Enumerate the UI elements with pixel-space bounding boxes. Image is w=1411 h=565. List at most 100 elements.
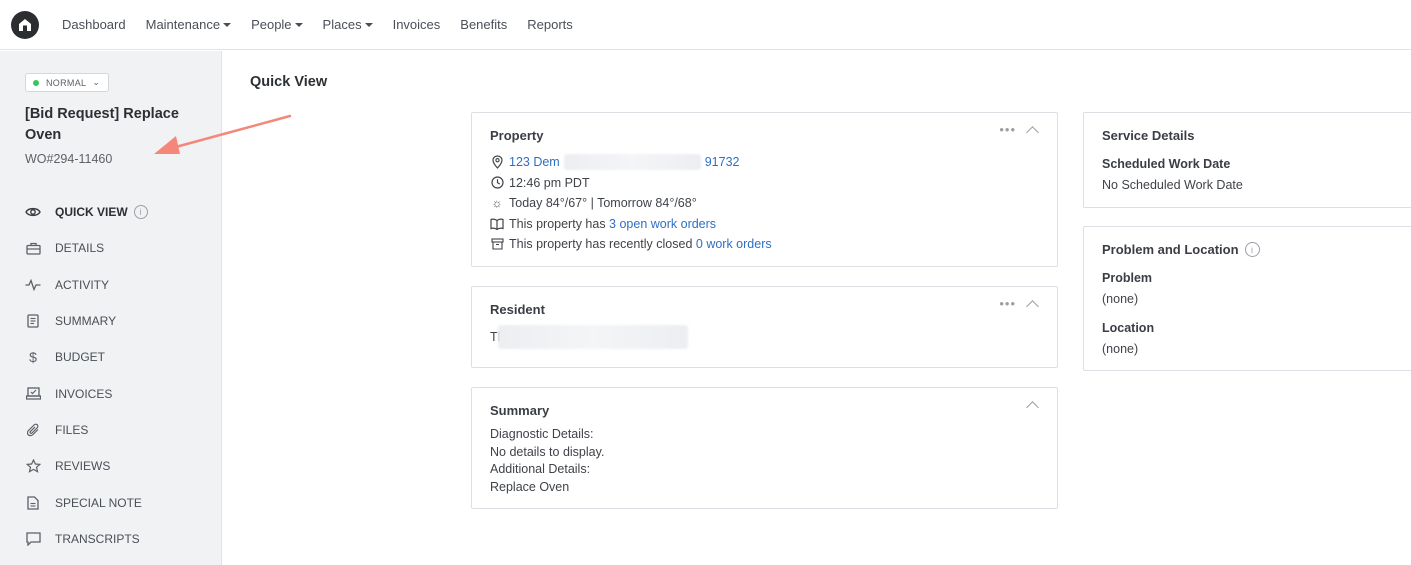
document-icon	[25, 313, 41, 329]
sidebar-item-files[interactable]: FILES	[0, 412, 222, 448]
archive-icon	[490, 238, 504, 250]
summary-line: No details to display.	[490, 444, 605, 459]
sidebar-item-transcripts[interactable]: TRANSCRIPTS	[0, 521, 222, 557]
map-pin-icon	[490, 155, 504, 170]
card-tools	[1026, 398, 1039, 414]
info-icon[interactable]: i	[1244, 242, 1260, 257]
sidebar-item-label: QUICK VIEW	[55, 205, 128, 220]
sidebar-item-label: INVOICES	[55, 386, 113, 401]
sidebar-item-reviews[interactable]: REVIEWS	[0, 448, 222, 484]
nav-label: Dashboard	[62, 17, 126, 32]
address-end: 91732	[704, 155, 740, 170]
more-options-icon[interactable]: •••	[999, 123, 1016, 136]
address-start: 123 Dem	[509, 155, 560, 170]
summary-line: Diagnostic Details:	[490, 427, 594, 441]
sidebar-item-label: FILES	[55, 422, 89, 437]
sidebar-item-activity[interactable]: ACTIVITY	[0, 267, 222, 303]
redacted-resident	[498, 325, 689, 349]
open-work-orders-link[interactable]: 3 open work orders	[609, 217, 716, 231]
redacted-address	[563, 154, 701, 171]
nav-label: Invoices	[392, 17, 441, 32]
more-options-icon[interactable]: •••	[999, 297, 1016, 310]
property-details: 123 Dem 91732 12:46 pm PDT ☼ Today 84°/6…	[490, 152, 772, 255]
clock-icon	[490, 176, 504, 189]
address-link[interactable]: 123 Dem 91732	[509, 154, 740, 171]
card-header: Problem and Location i	[1102, 242, 1260, 257]
annotation-arrow-icon	[154, 114, 292, 154]
nav-dashboard[interactable]: Dashboard	[62, 17, 126, 32]
sidebar-item-quick-view[interactable]: QUICK VIEW i	[0, 194, 222, 230]
local-time: 12:46 pm PDT	[509, 175, 590, 190]
closed-orders-prefix: This property has recently closed	[509, 237, 696, 252]
property-closed-orders: This property has recently closed 0 work…	[490, 234, 772, 255]
nav-people[interactable]: People	[251, 17, 303, 32]
sidebar-item-label: SPECIAL NOTE	[55, 495, 142, 510]
sidebar-item-details[interactable]: DETAILS	[0, 230, 222, 266]
home-logo-icon[interactable]	[11, 10, 39, 39]
problem-label: Problem	[1102, 271, 1153, 285]
sidebar-item-budget[interactable]: $ BUDGET	[0, 339, 222, 375]
sidebar-item-summary[interactable]: SUMMARY	[0, 303, 222, 339]
priority-label: NORMAL	[46, 77, 87, 88]
priority-dropdown[interactable]: NORMAL ⌄	[25, 73, 110, 92]
summary-line: Additional Details:	[490, 462, 591, 476]
paperclip-icon	[25, 422, 41, 438]
service-details-card: Service Details Scheduled Work Date No S…	[1083, 112, 1411, 208]
summary-line: Replace Oven	[490, 479, 570, 494]
chevron-up-icon[interactable]	[1026, 126, 1039, 139]
top-navigation: Dashboard Maintenance People Places Invo…	[0, 0, 1411, 50]
nav-invoices[interactable]: Invoices	[393, 17, 441, 32]
property-card: ••• Property 123 Dem 91732 12:46 pm PDT …	[471, 112, 1058, 267]
sidebar-item-special-note[interactable]: SPECIAL NOTE	[0, 484, 222, 520]
work-order-number: WO#294-11460	[25, 152, 113, 166]
briefcase-icon	[25, 240, 41, 256]
eye-icon	[25, 204, 41, 220]
star-icon	[25, 458, 41, 474]
sidebar-item-label: REVIEWS	[55, 459, 111, 474]
nav-items: Dashboard Maintenance People Places Invo…	[62, 17, 593, 32]
card-title: Service Details	[1102, 128, 1195, 143]
nav-reports[interactable]: Reports	[527, 17, 573, 32]
location-value: (none)	[1102, 342, 1139, 356]
chevron-up-icon[interactable]	[1026, 300, 1039, 313]
weather-text: Today 84°/67° | Tomorrow 84°/68°	[509, 196, 697, 211]
chevron-down-icon: ⌄	[92, 77, 101, 87]
chevron-up-icon[interactable]	[1026, 401, 1039, 414]
nav-benefits[interactable]: Benefits	[460, 17, 507, 32]
nav-maintenance[interactable]: Maintenance	[145, 17, 232, 32]
book-open-icon	[490, 218, 504, 230]
sidebar-item-label: BUDGET	[55, 350, 106, 365]
nav-label: Maintenance	[145, 17, 221, 32]
page-title: Quick View	[250, 74, 328, 90]
closed-work-orders-link[interactable]: 0 work orders	[696, 237, 772, 251]
dollar-icon: $	[29, 349, 37, 366]
card-title: Summary	[490, 403, 550, 418]
scheduled-work-date-value: No Scheduled Work Date	[1102, 178, 1243, 192]
sidebar-item-label: TRANSCRIPTS	[55, 531, 140, 546]
nav-label: Benefits	[460, 17, 508, 32]
property-address: 123 Dem 91732	[490, 152, 772, 173]
summary-card: Summary Diagnostic Details: No details t…	[471, 387, 1058, 509]
nav-label: People	[251, 17, 292, 32]
caret-down-icon	[223, 23, 232, 27]
card-tools: •••	[999, 123, 1039, 139]
nav-places[interactable]: Places	[323, 17, 373, 32]
note-icon	[25, 495, 41, 511]
problem-value: (none)	[1102, 292, 1139, 306]
property-weather: ☼ Today 84°/67° | Tomorrow 84°/68°	[490, 193, 772, 214]
caret-down-icon	[294, 23, 303, 27]
sidebar-item-label: SUMMARY	[55, 314, 117, 329]
problem-location-card: Problem and Location i Problem (none) Lo…	[1083, 226, 1411, 371]
open-orders-prefix: This property has	[509, 216, 610, 231]
resident-card: ••• Resident Tl	[471, 286, 1058, 368]
summary-body: Diagnostic Details: No details to displa…	[490, 426, 604, 496]
sidebar-menu: QUICK VIEW i DETAILS ACTIVITY SUMMARY $ …	[0, 194, 222, 557]
property-time: 12:46 pm PDT	[490, 173, 772, 194]
info-icon[interactable]: i	[133, 205, 148, 220]
property-open-orders: This property has 3 open work orders	[490, 214, 772, 235]
card-title: Resident	[490, 302, 545, 317]
card-title: Problem and Location	[1102, 242, 1239, 257]
activity-icon	[25, 277, 41, 293]
sidebar-item-label: DETAILS	[55, 241, 105, 256]
sidebar-item-invoices[interactable]: INVOICES	[0, 375, 222, 411]
